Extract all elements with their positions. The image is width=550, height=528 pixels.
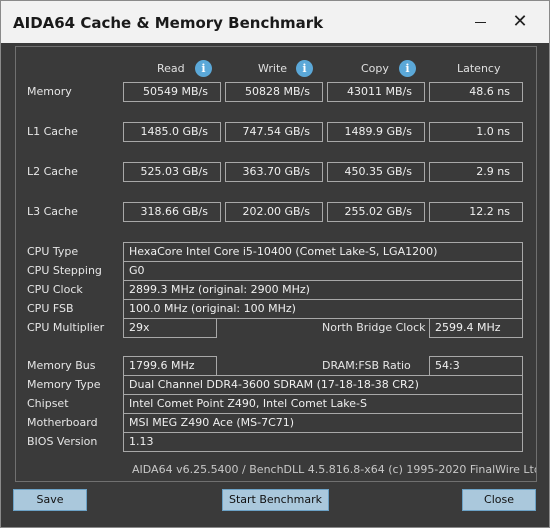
motherboard-value: MSI MEG Z490 Ace (MS-7C71): [123, 413, 523, 433]
l3-write-value: 202.00 GB/s: [225, 202, 323, 222]
motherboard-label: Motherboard: [27, 416, 98, 429]
column-header-copy: Copy: [361, 62, 389, 75]
north-bridge-clock-value: 2599.4 MHz: [429, 318, 523, 338]
cpu-fsb-label: CPU FSB: [27, 302, 74, 315]
info-icon-write[interactable]: i: [296, 60, 313, 77]
column-header-latency: Latency: [457, 62, 501, 75]
cpu-clock-value: 2899.3 MHz (original: 2900 MHz): [123, 280, 523, 300]
l1-latency-value: 1.0 ns: [429, 122, 523, 142]
row-label-l1-cache: L1 Cache: [27, 125, 78, 138]
cpu-stepping-label: CPU Stepping: [27, 264, 102, 277]
cpu-stepping-value: G0: [123, 261, 523, 281]
minimize-icon: [475, 22, 486, 23]
results-panel: Read i Write i Copy i Latency Memory 505…: [15, 46, 537, 482]
memory-type-label: Memory Type: [27, 378, 101, 391]
l1-read-value: 1485.0 GB/s: [123, 122, 221, 142]
version-footer: AIDA64 v6.25.5400 / BenchDLL 4.5.816.8-x…: [132, 463, 537, 476]
l2-copy-value: 450.35 GB/s: [327, 162, 425, 182]
cpu-multiplier-value: 29x: [123, 318, 217, 338]
bios-version-value: 1.13: [123, 432, 523, 452]
l3-read-value: 318.66 GB/s: [123, 202, 221, 222]
save-button[interactable]: Save: [13, 489, 87, 511]
memory-read-value: 50549 MB/s: [123, 82, 221, 102]
row-label-memory: Memory: [27, 85, 72, 98]
memory-bus-label: Memory Bus: [27, 359, 96, 372]
north-bridge-clock-label: North Bridge Clock: [322, 321, 426, 334]
cpu-type-label: CPU Type: [27, 245, 79, 258]
close-button[interactable]: Close: [462, 489, 536, 511]
title-bar[interactable]: AIDA64 Cache & Memory Benchmark ✕: [1, 1, 549, 43]
window-title: AIDA64 Cache & Memory Benchmark: [13, 14, 324, 32]
row-label-l2-cache: L2 Cache: [27, 165, 78, 178]
cpu-fsb-value: 100.0 MHz (original: 100 MHz): [123, 299, 523, 319]
l2-read-value: 525.03 GB/s: [123, 162, 221, 182]
l1-write-value: 747.54 GB/s: [225, 122, 323, 142]
memory-copy-value: 43011 MB/s: [327, 82, 425, 102]
benchmark-window: AIDA64 Cache & Memory Benchmark ✕ Read i…: [0, 0, 550, 528]
close-window-button[interactable]: ✕: [507, 9, 533, 35]
info-icon-copy[interactable]: i: [399, 60, 416, 77]
column-header-write: Write: [258, 62, 288, 75]
dram-fsb-ratio-value: 54:3: [429, 356, 523, 376]
info-icon-read[interactable]: i: [195, 60, 212, 77]
start-benchmark-button[interactable]: Start Benchmark: [222, 489, 329, 511]
bios-version-label: BIOS Version: [27, 435, 98, 448]
memory-type-value: Dual Channel DDR4-3600 SDRAM (17-18-18-3…: [123, 375, 523, 395]
memory-bus-value: 1799.6 MHz: [123, 356, 217, 376]
column-header-read: Read: [157, 62, 185, 75]
cpu-multiplier-label: CPU Multiplier: [27, 321, 105, 334]
dram-fsb-ratio-label: DRAM:FSB Ratio: [322, 359, 411, 372]
l2-latency-value: 2.9 ns: [429, 162, 523, 182]
cpu-type-value: HexaCore Intel Core i5-10400 (Comet Lake…: [123, 242, 523, 262]
chipset-label: Chipset: [27, 397, 69, 410]
l1-copy-value: 1489.9 GB/s: [327, 122, 425, 142]
row-label-l3-cache: L3 Cache: [27, 205, 78, 218]
l3-latency-value: 12.2 ns: [429, 202, 523, 222]
cpu-clock-label: CPU Clock: [27, 283, 83, 296]
minimize-button[interactable]: [467, 9, 493, 35]
chipset-value: Intel Comet Point Z490, Intel Comet Lake…: [123, 394, 523, 414]
l2-write-value: 363.70 GB/s: [225, 162, 323, 182]
memory-write-value: 50828 MB/s: [225, 82, 323, 102]
memory-latency-value: 48.6 ns: [429, 82, 523, 102]
l3-copy-value: 255.02 GB/s: [327, 202, 425, 222]
